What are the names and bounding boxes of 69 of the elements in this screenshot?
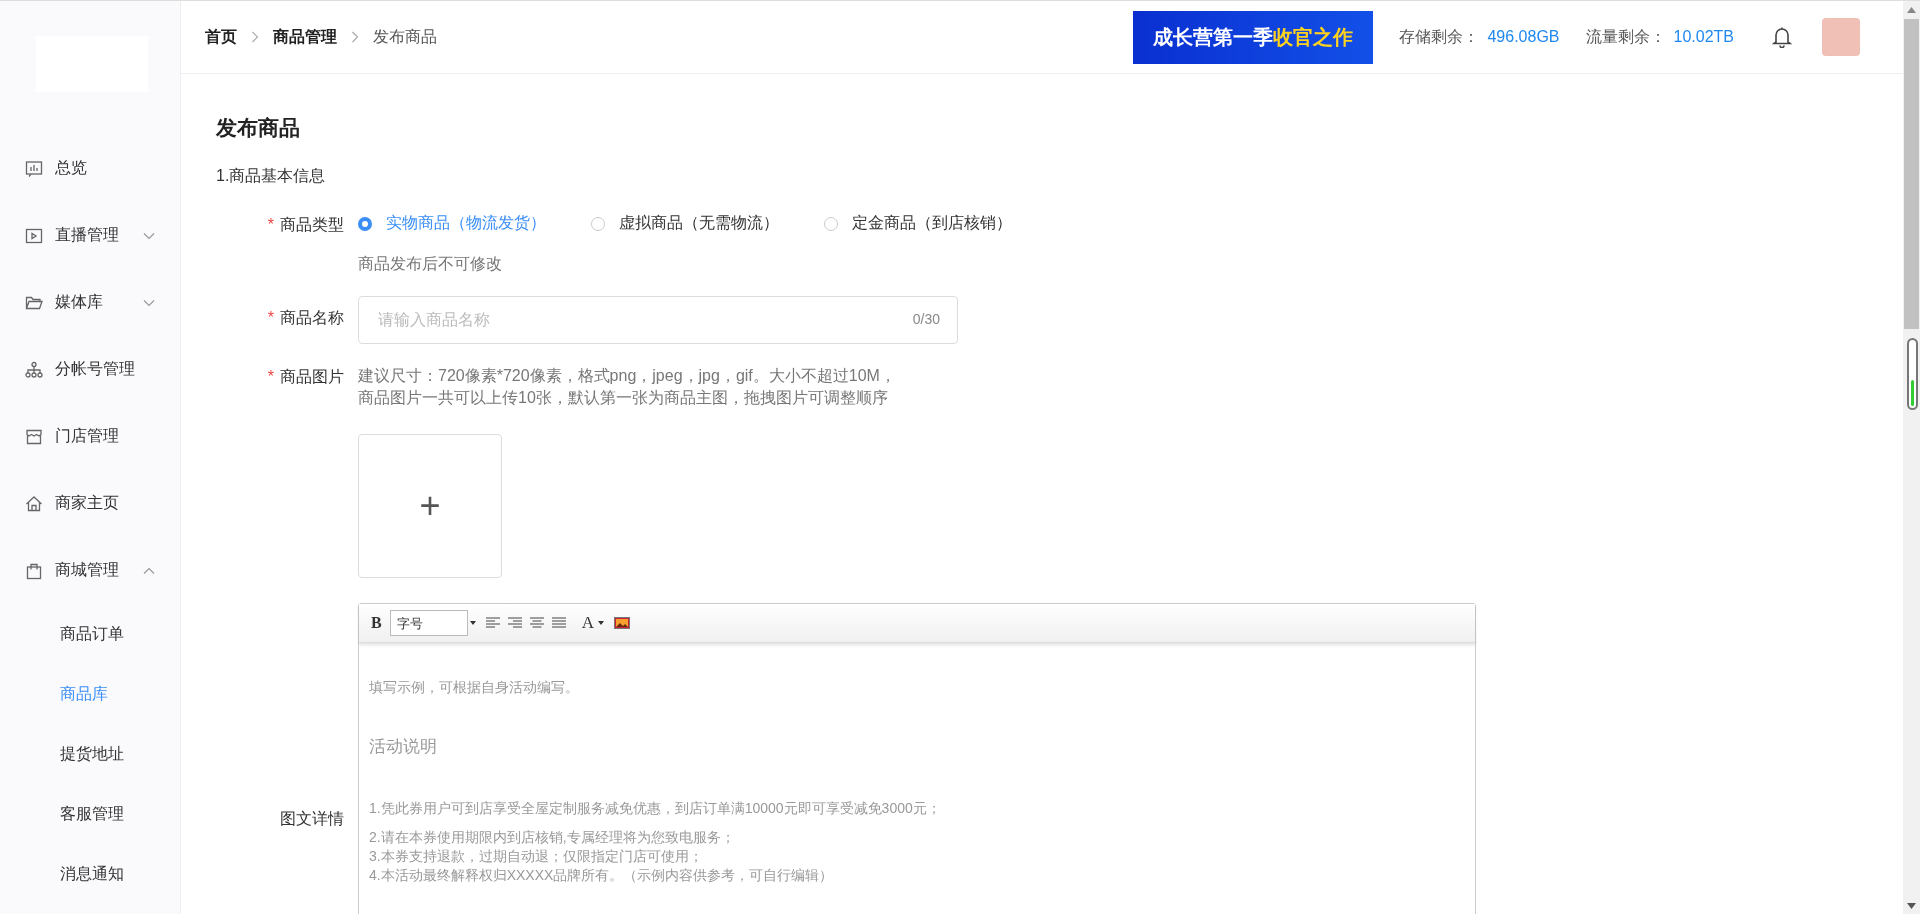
char-counter: 0/30	[912, 311, 940, 327]
sidebar-subitem[interactable]: 提货地址	[0, 724, 180, 784]
field-label: 商品类型	[280, 216, 344, 233]
radio-circle[interactable]	[591, 216, 605, 231]
align-icon[interactable]	[551, 617, 566, 629]
stat-value: 10.02TB	[1673, 28, 1734, 46]
chevron-right-icon	[251, 31, 259, 43]
editor-paragraph: 2.请在本券使用期限内到店核销,专属经理将为您致电服务；	[369, 828, 736, 847]
breadcrumb-link[interactable]: 首页	[205, 26, 237, 48]
font-color-button[interactable]: A	[581, 613, 594, 633]
caret-icon[interactable]	[597, 621, 604, 625]
stat-label: 存储剩余：	[1399, 26, 1480, 47]
chevron-down-icon	[143, 298, 155, 307]
editor-paragraph: 4.本活动最终解释权归XXXXX品牌所有。（示例内容供参考，可自行编辑）	[369, 866, 835, 885]
required-mark: *	[267, 309, 274, 326]
sidebar-item[interactable]: 总览	[0, 135, 180, 202]
radio-option[interactable]: 虚拟商品（无需物流）	[591, 213, 779, 234]
align-icon[interactable]	[485, 617, 500, 629]
hint-text: 商品发布后不可修改	[358, 254, 503, 274]
store-icon	[25, 427, 43, 446]
field-label: 商品图片	[280, 368, 344, 385]
hint-text: 建议尺寸：720像素*720像素，格式png，jpeg，jpg，gif。大小不超过10M，	[358, 366, 896, 386]
sidebar-item[interactable]: 门店管理	[0, 403, 180, 470]
org-chart-icon	[25, 360, 43, 379]
sidebar-subitem[interactable]: 商品订单	[0, 604, 180, 664]
bag-icon	[25, 561, 43, 580]
pill-indicator-icon	[1907, 338, 1918, 410]
chevron-down-icon	[143, 231, 155, 240]
hint-text: 商品图片一共可以上传10张，默认第一张为商品主图，拖拽图片可调整顺序	[358, 388, 889, 408]
upload-button[interactable]: +	[358, 434, 502, 578]
radio-circle[interactable]	[824, 216, 838, 231]
sidebar-item[interactable]: 媒体库	[0, 269, 180, 336]
sidebar-item[interactable]: 商家主页	[0, 470, 180, 537]
field-label: 图文详情	[280, 810, 344, 827]
sidebar-item[interactable]: 分帐号管理	[0, 336, 180, 403]
bell-icon[interactable]	[1772, 26, 1792, 48]
stat-value: 496.08GB	[1487, 28, 1560, 46]
sidebar-item[interactable]: 商城管理	[0, 537, 180, 604]
chart-icon	[25, 159, 43, 178]
breadcrumb-link[interactable]: 商品管理	[273, 26, 337, 48]
sidebar-item[interactable]: 直播管理	[0, 202, 180, 269]
caret-icon[interactable]	[469, 621, 476, 625]
align-icon[interactable]	[507, 617, 522, 629]
home-icon	[25, 494, 43, 513]
editor-paragraph: 1.凭此券用户可到店享受全屋定制服务减免优惠，到店订单满10000元即可享受减免3000元；	[369, 800, 942, 818]
editor-paragraph: 3.本券支持退款，过期自动退；仅限指定门店可使用；	[369, 847, 704, 866]
font-size-select[interactable]: 字号	[389, 610, 468, 636]
bold-button[interactable]: B	[371, 614, 382, 632]
image-icon[interactable]	[613, 617, 630, 629]
chevron-right-icon	[351, 31, 359, 43]
page-title: 发布商品	[216, 115, 301, 141]
scrollbar-drawing[interactable]	[1903, 1, 1920, 914]
editor-paragraph: 填写示例，可根据自身活动编写。	[369, 679, 580, 697]
section-title: 1.商品基本信息	[216, 166, 327, 186]
required-mark: *	[267, 368, 274, 385]
radio-circle[interactable]	[358, 216, 372, 231]
required-mark: *	[267, 216, 274, 233]
play-icon	[25, 226, 43, 245]
editor-paragraph: 活动说明	[369, 736, 438, 758]
breadcrumb-current: 发布商品	[373, 26, 437, 47]
promo-banner[interactable]: 成长营第一季收官之作	[1133, 10, 1374, 64]
chevron-up-icon	[143, 566, 155, 575]
field-label: 商品名称	[280, 309, 344, 326]
align-icon[interactable]	[529, 617, 544, 629]
rich-text-editor[interactable]: B 字号 A 填写示例，可根据自身活动编写。 活动说明 1.凭此券用户可到店享受全屋定制服务减免优惠，到店订单满10000元即可享受减免3000元； 2.请在本券使用期限内到店核销,专属经理将为您致电服务； 3.本券支持退款，过期自动退；仅限指定门店可使用； 4.本活动最终解释权归XXXXX品牌所有。（示例内容供参考，可自行编辑）	[358, 603, 1476, 914]
radio-option[interactable]: 定金商品（到店核销）	[824, 213, 1012, 234]
sidebar-subitem[interactable]: 客服管理	[0, 784, 180, 844]
stat-label: 流量剩余：	[1585, 26, 1666, 47]
sidebar-subitem[interactable]: 消息通知	[0, 844, 180, 904]
